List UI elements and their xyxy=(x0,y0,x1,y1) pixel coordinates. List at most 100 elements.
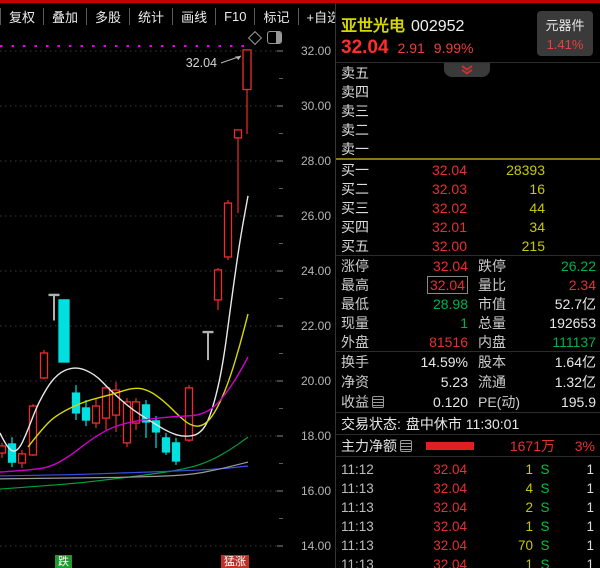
buy-vol: 28393 xyxy=(467,162,600,178)
trade-volume: 2 xyxy=(467,500,533,515)
stats-row: 涨停32.04跌停26.22 xyxy=(336,256,600,275)
sector-badge[interactable]: 元器件 1.41% xyxy=(537,11,593,56)
detail-icon[interactable] xyxy=(400,440,412,452)
y-axis-label: 20.00 xyxy=(301,374,331,388)
trade-side: S xyxy=(533,538,557,553)
stats-row: 现量1总量192653 xyxy=(336,313,600,332)
candle-body xyxy=(83,408,90,420)
toolbar-item-adjust[interactable]: 复权 xyxy=(1,7,43,26)
buy-row-4[interactable]: 买四32.0134 xyxy=(336,217,600,236)
trade-time: 11:12 xyxy=(336,462,381,477)
toolbar-item-multistock[interactable]: 多股 xyxy=(87,7,129,26)
main-net-row[interactable]: 主力净额 1671万 3% xyxy=(336,435,600,456)
y-axis-label: 28.00 xyxy=(301,154,331,168)
trade-count: 1 xyxy=(557,557,600,568)
trade-side: S xyxy=(533,462,557,477)
buy-row-1[interactable]: 买一32.0428393 xyxy=(336,160,600,179)
candle-body xyxy=(215,270,222,300)
trading-status-value: 盘中休市 11:30:01 xyxy=(406,414,519,434)
trade-side: S xyxy=(533,519,557,534)
trade-volume: 1 xyxy=(467,519,533,534)
candle-body xyxy=(243,50,251,90)
trade-price: 32.04 xyxy=(381,557,467,568)
buy-label: 买四 xyxy=(336,217,397,237)
stat-value: 32.04 xyxy=(393,258,468,274)
toolbar-item-stats[interactable]: 统计 xyxy=(130,7,172,26)
trade-row: 11:1332.041S1 xyxy=(336,555,600,568)
stat-label: 内盘 xyxy=(468,332,536,352)
stat-value: 192653 xyxy=(536,315,600,331)
candle-body xyxy=(173,443,180,461)
buy-row-5[interactable]: 买五32.00215 xyxy=(336,236,600,255)
trade-count: 1 xyxy=(557,500,600,515)
stat-value: 14.59% xyxy=(393,354,468,370)
stat-value: 52.7亿 xyxy=(536,294,600,314)
toolbar-item-f10[interactable]: F10 xyxy=(216,9,254,24)
collapse-chevron-button[interactable] xyxy=(444,63,490,77)
event-tag-surge[interactable]: 猛涨 xyxy=(221,555,249,568)
sell-row-3[interactable]: 卖三 xyxy=(336,101,600,120)
stat-value: 81516 xyxy=(393,334,468,350)
trade-row: 11:1332.044S1 xyxy=(336,479,600,498)
trade-count: 1 xyxy=(557,519,600,534)
trade-count: 1 xyxy=(557,538,600,553)
sell-row-1[interactable]: 卖一 xyxy=(336,139,600,158)
trade-price: 32.04 xyxy=(381,538,467,553)
trade-side: S xyxy=(533,557,557,568)
panel-toggle-icon[interactable] xyxy=(267,31,282,44)
trade-time: 11:13 xyxy=(336,538,381,553)
trade-price: 32.04 xyxy=(381,462,467,477)
buy-row-3[interactable]: 买三32.0244 xyxy=(336,198,600,217)
sell-row-4[interactable]: 卖四 xyxy=(336,82,600,101)
sell-label: 卖一 xyxy=(336,139,397,159)
ma-gray-line xyxy=(0,462,248,479)
stock-title-row: 亚世光电 002952 xyxy=(341,12,464,36)
buy-price: 32.01 xyxy=(397,219,467,235)
sell-label: 卖二 xyxy=(336,120,397,140)
candle-body xyxy=(59,300,69,362)
candle-body xyxy=(73,393,80,413)
main-net-percent: 3% xyxy=(555,438,600,454)
ma-green-line xyxy=(0,437,248,489)
trade-side: S xyxy=(533,481,557,496)
main-net-bar xyxy=(426,442,474,450)
sell-order-book: 卖五 卖四 卖三 卖二 卖一 xyxy=(336,63,600,158)
kline-chart[interactable]: 32.0030.0028.0026.0024.0022.0020.0018.00… xyxy=(0,0,335,568)
chart-corner-icons xyxy=(250,31,282,44)
main-net-value: 1671万 xyxy=(474,436,555,456)
trade-price: 32.04 xyxy=(381,481,467,496)
toolbar-item-mark[interactable]: 标记 xyxy=(255,7,297,26)
tick-trade-list[interactable]: 11:1232.041S1 11:1332.044S1 11:1332.042S… xyxy=(336,457,600,568)
stat-label: 涨停 xyxy=(336,256,393,276)
trade-row: 11:1332.042S1 xyxy=(336,498,600,517)
candle-body xyxy=(103,388,110,418)
buy-row-2[interactable]: 买二32.0316 xyxy=(336,179,600,198)
price-annotation: 32.04 xyxy=(186,56,217,70)
trade-time: 11:13 xyxy=(336,519,381,534)
stat-label: 最高 xyxy=(336,275,393,295)
stats-block-1: 涨停32.04跌停26.22 最高32.04量比2.34 最低28.98市值52… xyxy=(336,256,600,351)
stat-value: 1.32亿 xyxy=(536,372,600,392)
sell-row-2[interactable]: 卖二 xyxy=(336,120,600,139)
report-period-icon[interactable] xyxy=(372,396,384,408)
quote-panel: 亚世光电 002952 32.04 2.91 9.99% 元器件 1.41% 卖 xyxy=(335,3,600,568)
trade-price: 32.04 xyxy=(381,500,467,515)
stat-label: 市值 xyxy=(468,294,536,314)
buy-vol: 16 xyxy=(467,181,600,197)
candle-body xyxy=(235,130,242,138)
event-tag-drop[interactable]: 跌 xyxy=(55,555,72,568)
stat-value: 28.98 xyxy=(393,296,468,312)
buy-label: 买一 xyxy=(336,160,397,180)
trade-time: 11:13 xyxy=(336,500,381,515)
buy-vol: 44 xyxy=(467,200,600,216)
candle-body xyxy=(0,446,6,453)
stats-row: 外盘81516内盘111137 xyxy=(336,332,600,351)
y-axis-label: 24.00 xyxy=(301,264,331,278)
price-change: 2.91 xyxy=(398,40,425,56)
buy-vol: 34 xyxy=(467,219,600,235)
toolbar-item-overlay[interactable]: 叠加 xyxy=(44,7,86,26)
diamond-marker-icon[interactable] xyxy=(248,30,262,44)
stats-row: 最低28.98市值52.7亿 xyxy=(336,294,600,313)
sell-label: 卖四 xyxy=(336,82,397,102)
toolbar-item-draw[interactable]: 画线 xyxy=(173,7,215,26)
